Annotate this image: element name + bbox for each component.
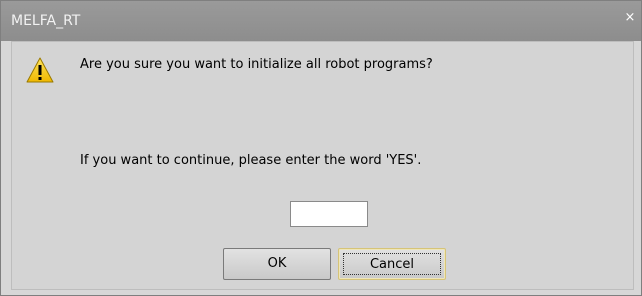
confirm-text-input[interactable]	[290, 201, 368, 227]
focus-rectangle: Cancel	[343, 253, 441, 275]
close-icon[interactable]: ×	[623, 11, 637, 25]
dialog-body: Are you sure you want to initialize all …	[11, 41, 634, 290]
window-title: MELFA_RT	[11, 13, 81, 29]
warning-icon	[26, 57, 54, 83]
ok-button[interactable]: OK	[223, 248, 331, 280]
dialog-window: MELFA_RT × Are you sure you want to init…	[0, 0, 642, 296]
cancel-button[interactable]: Cancel	[338, 248, 446, 280]
confirmation-message: Are you sure you want to initialize all …	[80, 57, 433, 72]
ok-button-label: OK	[267, 256, 287, 271]
instruction-message: If you want to continue, please enter th…	[80, 153, 422, 168]
cancel-button-label: Cancel	[369, 257, 415, 272]
title-bar[interactable]: MELFA_RT ×	[1, 1, 641, 41]
